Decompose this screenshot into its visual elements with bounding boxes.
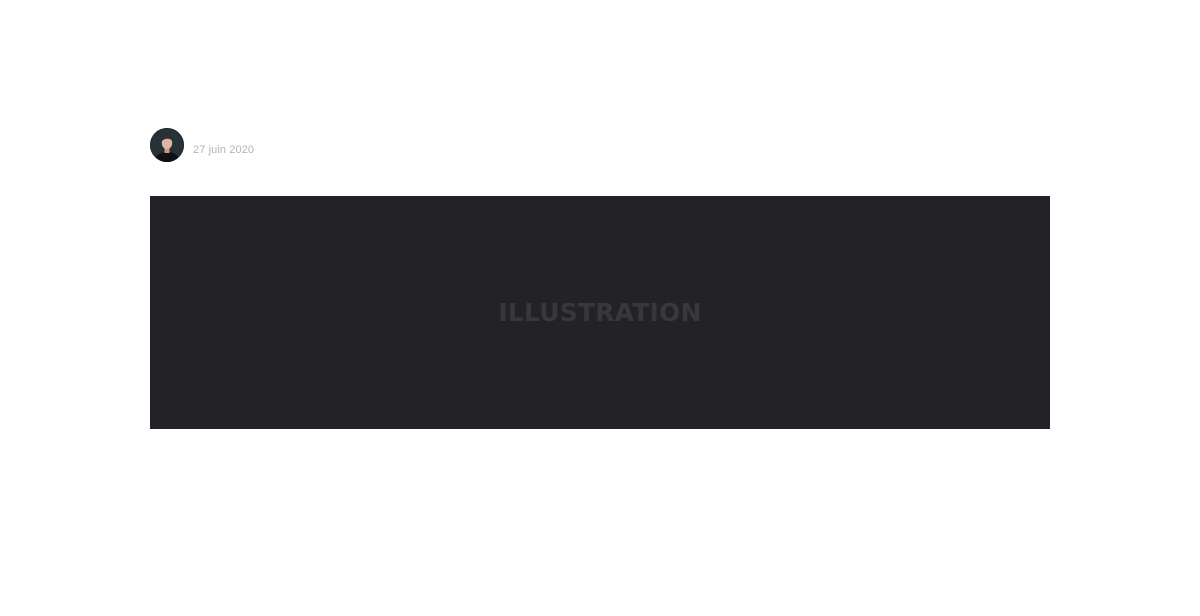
post-meta: 27 juin 2020 (150, 128, 254, 162)
post-date: 27 juin 2020 (193, 144, 255, 156)
author-avatar[interactable] (150, 128, 184, 162)
illustration-placeholder: ILLUSTRATION (150, 196, 1050, 429)
avatar-photo-icon (150, 128, 184, 162)
illustration-label: ILLUSTRATION (498, 297, 702, 327)
